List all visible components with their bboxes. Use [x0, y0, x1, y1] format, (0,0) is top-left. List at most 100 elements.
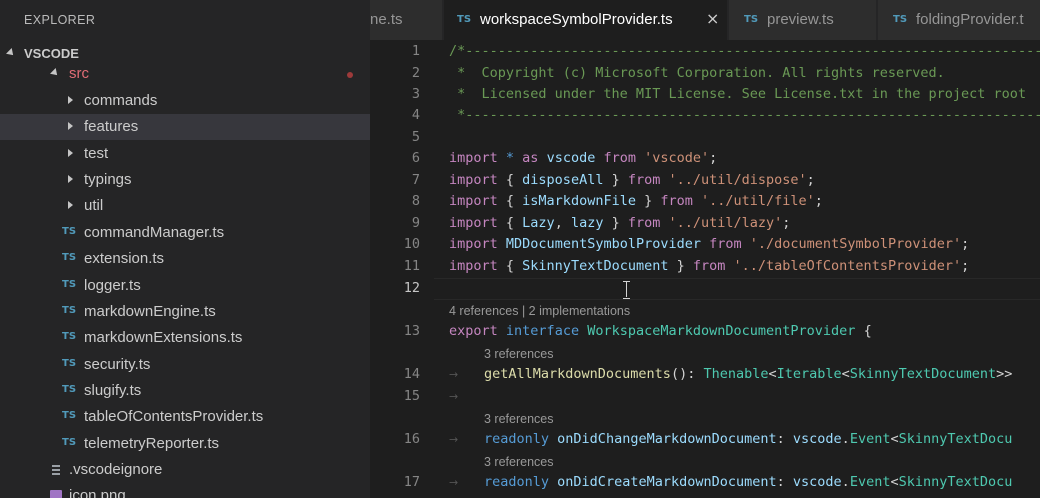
tree-item-label: security.ts	[84, 356, 151, 373]
chevron-right-icon	[68, 175, 73, 183]
line-number: 15	[403, 388, 420, 404]
codelens-references[interactable]: 4 references | 2 implementations	[449, 304, 630, 318]
tree-item-label: icon.png	[69, 487, 126, 498]
indent-arrow-icon: →	[449, 433, 459, 446]
chevron-down-icon	[6, 48, 16, 58]
tree-file-markdownExtensions[interactable]: TS markdownExtensions.ts	[0, 325, 370, 351]
tree-item-label: tableOfContentsProvider.ts	[84, 408, 264, 425]
tree-file-vscodeignore[interactable]: .vscodeignore	[0, 457, 370, 483]
tree-item-label: test	[84, 145, 109, 162]
line-number: 1	[411, 43, 420, 59]
tab-workspaceSymbolProvider[interactable]: TS workspaceSymbolProvider.ts ×	[444, 0, 728, 40]
code-line-11: import { SkinnyTextDocument } from '../t…	[449, 258, 970, 274]
tree-file-commandManager[interactable]: TS commandManager.ts	[0, 220, 370, 246]
chevron-right-icon	[68, 201, 73, 209]
workspace-name: VSCODE	[24, 46, 79, 61]
tree-folder-test[interactable]: test	[0, 141, 370, 167]
code-line-16: readonly onDidChangeMarkdownDocument: vs…	[484, 431, 1013, 447]
line-number: 14	[403, 366, 420, 382]
tree-item-label: telemetryReporter.ts	[84, 435, 220, 452]
tree-file-extension[interactable]: TS extension.ts	[0, 246, 370, 272]
line-number: 16	[403, 431, 420, 447]
text-cursor-icon	[623, 281, 631, 299]
tree-item-label: src	[69, 65, 89, 82]
tree-folder-typings[interactable]: typings	[0, 167, 370, 193]
tree-item-label: commands	[84, 92, 158, 109]
code-comment: *---------------------------------------…	[457, 107, 1040, 123]
indent-arrow-icon: →	[449, 368, 459, 381]
line-number: 8	[411, 193, 420, 209]
tree-item-label: .vscodeignore	[69, 461, 163, 478]
tree-item-label: commandManager.ts	[84, 224, 225, 241]
codelens-references[interactable]: 3 references	[484, 455, 553, 469]
codelens-references[interactable]: 3 references	[484, 347, 553, 361]
modified-dot-icon	[347, 72, 353, 78]
typescript-file-icon: TS	[62, 226, 77, 237]
tab-label: foldingProvider.t	[916, 11, 1024, 28]
chevron-down-icon	[50, 68, 60, 78]
explorer-title: EXPLORER	[24, 13, 96, 27]
line-number-current: 12	[403, 280, 420, 296]
line-number: 4	[411, 107, 420, 123]
tab-foldingProvider[interactable]: TS foldingProvider.t	[878, 0, 1040, 40]
typescript-file-icon: TS	[62, 410, 77, 421]
tab-label: workspaceSymbolProvider.ts	[480, 11, 673, 28]
image-file-icon	[50, 490, 62, 498]
tree-item-label: logger.ts	[84, 277, 141, 294]
chevron-right-icon	[68, 149, 73, 157]
code-comment: * Copyright (c) Microsoft Corporation. A…	[449, 65, 945, 81]
tree-folder-src[interactable]: src	[0, 61, 370, 87]
typescript-file-icon: TS	[62, 305, 77, 316]
code-line-9: import { Lazy, lazy } from '../util/lazy…	[449, 215, 791, 231]
explorer-sidebar: EXPLORER VSCODE src commands features te…	[0, 0, 370, 498]
tree-file-security[interactable]: TS security.ts	[0, 352, 370, 378]
tree-item-label: slugify.ts	[84, 382, 142, 399]
code-line-8: import { isMarkdownFile } from '../util/…	[449, 193, 823, 209]
code-line-10: import MDDocumentSymbolProvider from './…	[449, 236, 970, 252]
code-line-17: readonly onDidCreateMarkdownDocument: vs…	[484, 474, 1013, 490]
tree-item-label: features	[84, 118, 139, 135]
text-file-icon	[52, 465, 60, 475]
code-line-7: import { disposeAll } from '../util/disp…	[449, 172, 815, 188]
tree-file-slugify[interactable]: TS slugify.ts	[0, 378, 370, 404]
line-number: 3	[411, 86, 420, 102]
typescript-file-icon: TS	[893, 14, 908, 25]
line-number: 13	[403, 323, 420, 339]
typescript-file-icon: TS	[62, 331, 77, 342]
code-editor[interactable]: 1 2 3 4 5 6 7 8 9 10 11 12 13 14 15 16 1…	[370, 40, 1040, 498]
line-number: 11	[403, 258, 420, 274]
typescript-file-icon: TS	[457, 14, 472, 25]
typescript-file-icon: TS	[744, 14, 759, 25]
code-line-6: import * as vscode from 'vscode';	[449, 150, 718, 166]
tree-file-icon-png[interactable]: icon.png	[0, 483, 370, 498]
typescript-file-icon: TS	[62, 358, 77, 369]
tree-folder-features[interactable]: features	[0, 114, 370, 140]
editor-tab-bar: ne.ts TS workspaceSymbolProvider.ts × TS…	[370, 0, 1040, 40]
line-number: 2	[411, 65, 420, 81]
tree-folder-commands[interactable]: commands	[0, 88, 370, 114]
tree-file-telemetryReporter[interactable]: TS telemetryReporter.ts	[0, 431, 370, 457]
tree-item-label: util	[84, 197, 104, 214]
tree-file-tableOfContentsProvider[interactable]: TS tableOfContentsProvider.ts	[0, 404, 370, 430]
typescript-file-icon: TS	[62, 252, 77, 263]
tab-preview[interactable]: TS preview.ts	[729, 0, 877, 40]
tree-folder-util[interactable]: util	[0, 193, 370, 219]
close-icon[interactable]: ×	[706, 9, 719, 28]
code-line-13: export interface WorkspaceMarkdownDocume…	[449, 323, 872, 339]
tree-file-logger[interactable]: TS logger.ts	[0, 273, 370, 299]
line-number: 9	[411, 215, 420, 231]
tree-file-markdownEngine[interactable]: TS markdownEngine.ts	[0, 299, 370, 325]
tab-label: ne.ts	[370, 11, 403, 28]
line-number: 17	[403, 474, 420, 490]
tab-label: preview.ts	[767, 11, 834, 28]
line-number: 5	[411, 129, 420, 145]
typescript-file-icon: TS	[62, 437, 77, 448]
tab-previous-file[interactable]: ne.ts	[370, 0, 443, 40]
codelens-references[interactable]: 3 references	[484, 412, 553, 426]
code-comment: /*--------------------------------------…	[449, 43, 1040, 59]
tree-item-label: extension.ts	[84, 250, 165, 267]
current-line-highlight	[434, 278, 1040, 300]
tree-item-label: typings	[84, 171, 132, 188]
line-number: 6	[411, 150, 420, 166]
code-line-14: getAllMarkdownDocuments(): Thenable<Iter…	[484, 366, 1013, 382]
